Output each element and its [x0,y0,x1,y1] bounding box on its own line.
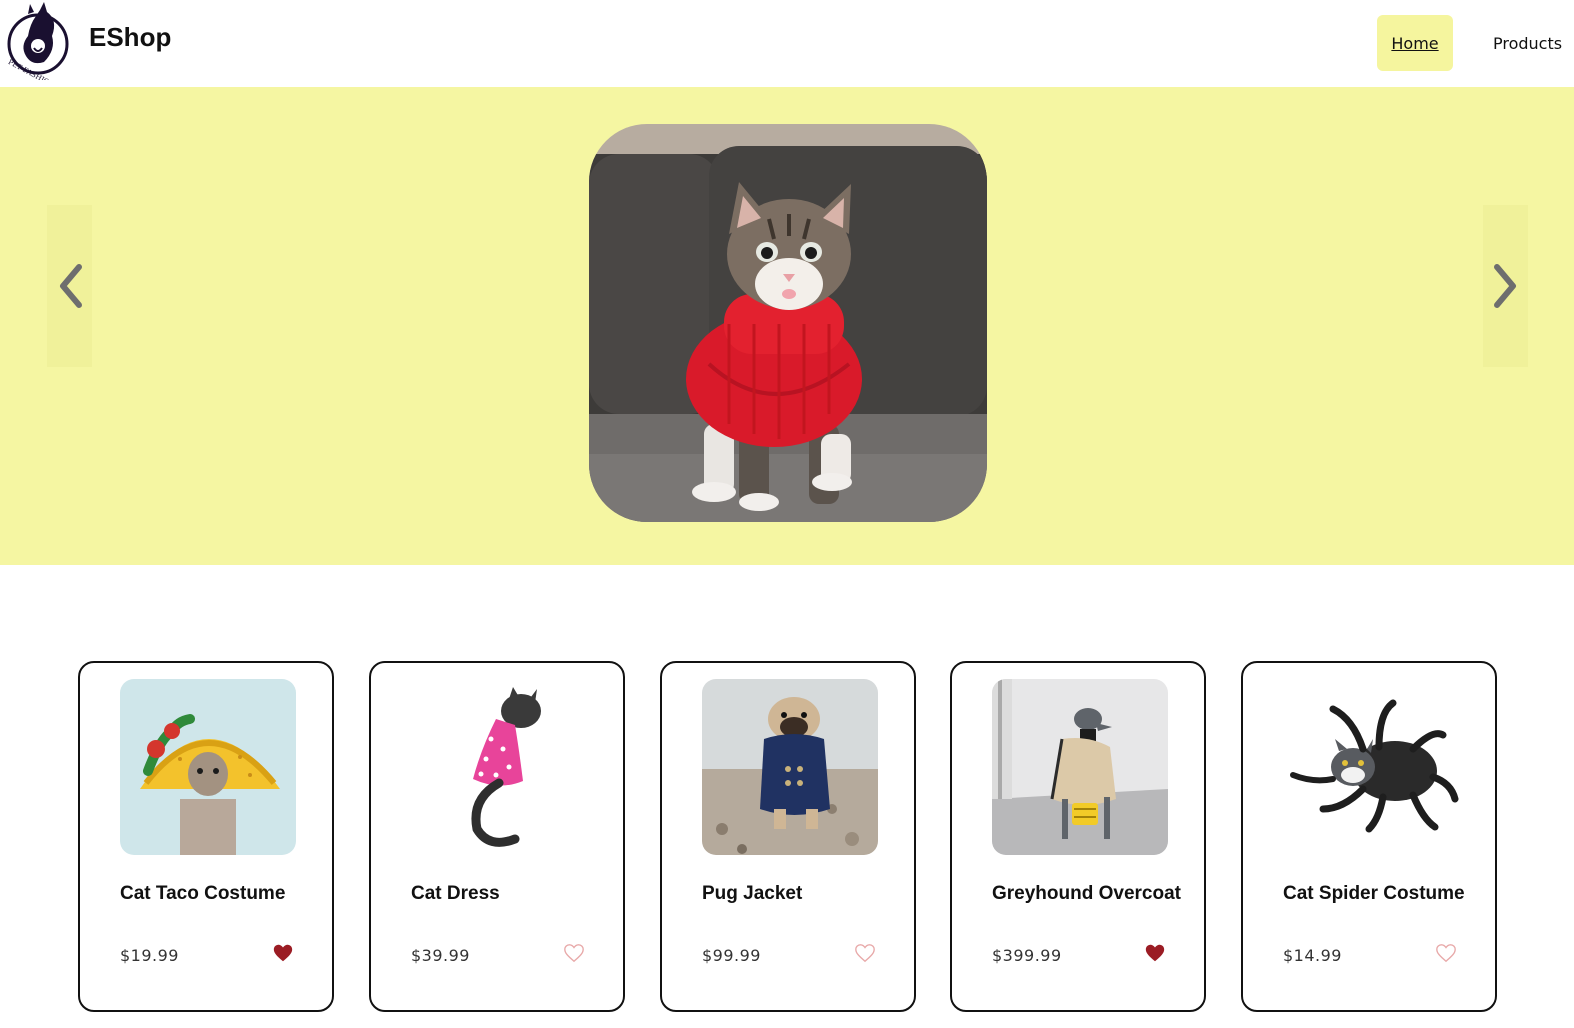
carousel-slide-image [589,124,987,522]
product-name[interactable]: Cat Spider Costume [1283,883,1465,905]
product-image[interactable] [992,679,1168,855]
product-name[interactable]: Cat Dress [411,883,500,905]
favorite-heart-outline-icon[interactable] [1435,942,1457,964]
product-name[interactable]: Cat Taco Costume [120,883,285,905]
product-card[interactable]: Cat Spider Costume $14.99 [1241,661,1497,1012]
hero-carousel [0,87,1574,565]
product-name[interactable]: Pug Jacket [702,883,802,905]
product-name[interactable]: Greyhound Overcoat [992,883,1181,905]
favorite-heart-outline-icon[interactable] [563,942,585,964]
product-price: $39.99 [411,946,470,965]
site-header: PET FASHION SHOW EShop Home Products [0,0,1574,102]
product-image[interactable] [120,679,296,855]
product-card[interactable]: Pug Jacket $99.99 [660,661,916,1012]
favorite-heart-outline-icon[interactable] [854,942,876,964]
chevron-left-icon [59,264,82,308]
product-card[interactable]: Cat Dress $39.99 [369,661,625,1012]
product-price: $14.99 [1283,946,1342,965]
product-price: $19.99 [120,946,179,965]
favorite-heart-filled-icon[interactable] [1144,942,1166,964]
product-image[interactable] [1283,679,1459,855]
product-image[interactable] [411,679,587,855]
nav-products-link[interactable]: Products [1478,15,1574,71]
product-card[interactable]: Cat Taco Costume $19.99 [78,661,334,1012]
favorite-heart-filled-icon[interactable] [272,942,294,964]
product-image[interactable] [702,679,878,855]
brand-logo[interactable]: PET FASHION SHOW [0,0,80,102]
nav-home-link[interactable]: Home [1377,15,1453,71]
carousel-next-button[interactable] [1483,205,1528,367]
carousel-prev-button[interactable] [47,205,92,367]
product-price: $399.99 [992,946,1062,965]
brand-name[interactable]: EShop [89,22,171,53]
chevron-right-icon [1493,264,1516,308]
product-price: $99.99 [702,946,761,965]
product-card[interactable]: Greyhound Overcoat $399.99 [950,661,1206,1012]
